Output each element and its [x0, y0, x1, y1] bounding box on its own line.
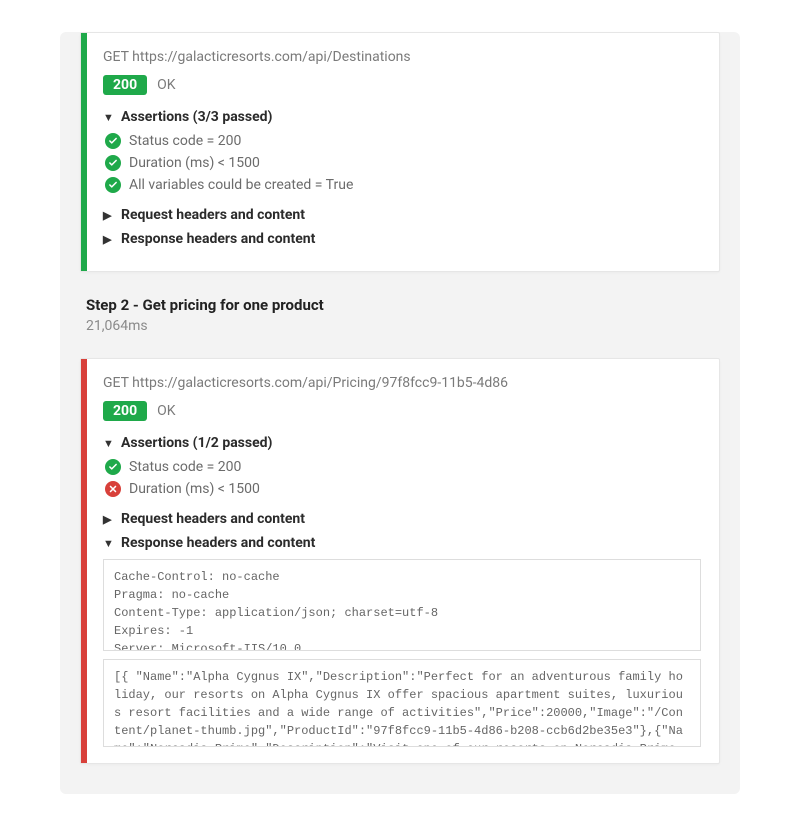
caret-right-icon: ▶: [103, 513, 115, 526]
request-headers-toggle[interactable]: ▶ Request headers and content: [103, 207, 701, 223]
check-icon: [105, 459, 121, 475]
caret-right-icon: ▶: [103, 233, 115, 246]
section-label: Response headers and content: [121, 535, 315, 551]
assertion-item: Status code = 200: [105, 133, 701, 149]
assertion-text: Status code = 200: [129, 459, 241, 475]
section-label: Request headers and content: [121, 207, 305, 223]
response-headers-toggle[interactable]: ▼ Response headers and content: [103, 535, 701, 551]
request-line: GET https://galacticresorts.com/api/Dest…: [103, 49, 701, 65]
caret-down-icon: ▼: [103, 437, 115, 450]
assertion-text: Status code = 200: [129, 133, 241, 149]
assertions-toggle[interactable]: ▼ Assertions (3/3 passed): [103, 109, 701, 125]
request-headers-toggle[interactable]: ▶ Request headers and content: [103, 511, 701, 527]
assertion-item: Duration (ms) < 1500: [105, 481, 701, 497]
x-icon: [105, 481, 121, 497]
assertion-list: Status code = 200 Duration (ms) < 1500: [105, 459, 701, 497]
assertion-list: Status code = 200 Duration (ms) < 1500 A…: [105, 133, 701, 193]
response-body-box[interactable]: [{ "Name":"Alpha Cygnus IX","Description…: [103, 659, 701, 747]
assertion-item: All variables could be created = True: [105, 177, 701, 193]
status-code-badge: 200: [103, 401, 147, 421]
caret-right-icon: ▶: [103, 209, 115, 222]
section-label: Request headers and content: [121, 511, 305, 527]
assertion-text: All variables could be created = True: [129, 177, 353, 193]
response-headers-toggle[interactable]: ▶ Response headers and content: [103, 231, 701, 247]
status-text: OK: [157, 77, 175, 93]
status-code-badge: 200: [103, 75, 147, 95]
results-container: GET https://galacticresorts.com/api/Dest…: [60, 32, 740, 794]
step-card: GET https://galacticresorts.com/api/Dest…: [80, 32, 720, 272]
assertion-item: Duration (ms) < 1500: [105, 155, 701, 171]
step-title: Step 2 - Get pricing for one product: [86, 296, 720, 314]
step-card: GET https://galacticresorts.com/api/Pric…: [80, 358, 720, 764]
check-icon: [105, 133, 121, 149]
response-headers-box[interactable]: Cache-Control: no-cache Pragma: no-cache…: [103, 559, 701, 651]
assertions-header-label: Assertions (3/3 passed): [121, 109, 272, 125]
assertions-header-label: Assertions (1/2 passed): [121, 435, 272, 451]
status-stripe: [81, 33, 87, 271]
assertion-text: Duration (ms) < 1500: [129, 481, 260, 497]
status-text: OK: [157, 403, 175, 419]
caret-down-icon: ▼: [103, 537, 115, 550]
caret-down-icon: ▼: [103, 111, 115, 124]
status-row: 200 OK: [103, 75, 701, 95]
assertions-toggle[interactable]: ▼ Assertions (1/2 passed): [103, 435, 701, 451]
check-icon: [105, 155, 121, 171]
step-duration: 21,064ms: [86, 318, 720, 334]
status-row: 200 OK: [103, 401, 701, 421]
status-stripe: [81, 359, 87, 763]
section-label: Response headers and content: [121, 231, 315, 247]
check-icon: [105, 177, 121, 193]
assertion-text: Duration (ms) < 1500: [129, 155, 260, 171]
assertion-item: Status code = 200: [105, 459, 701, 475]
request-line: GET https://galacticresorts.com/api/Pric…: [103, 375, 701, 391]
